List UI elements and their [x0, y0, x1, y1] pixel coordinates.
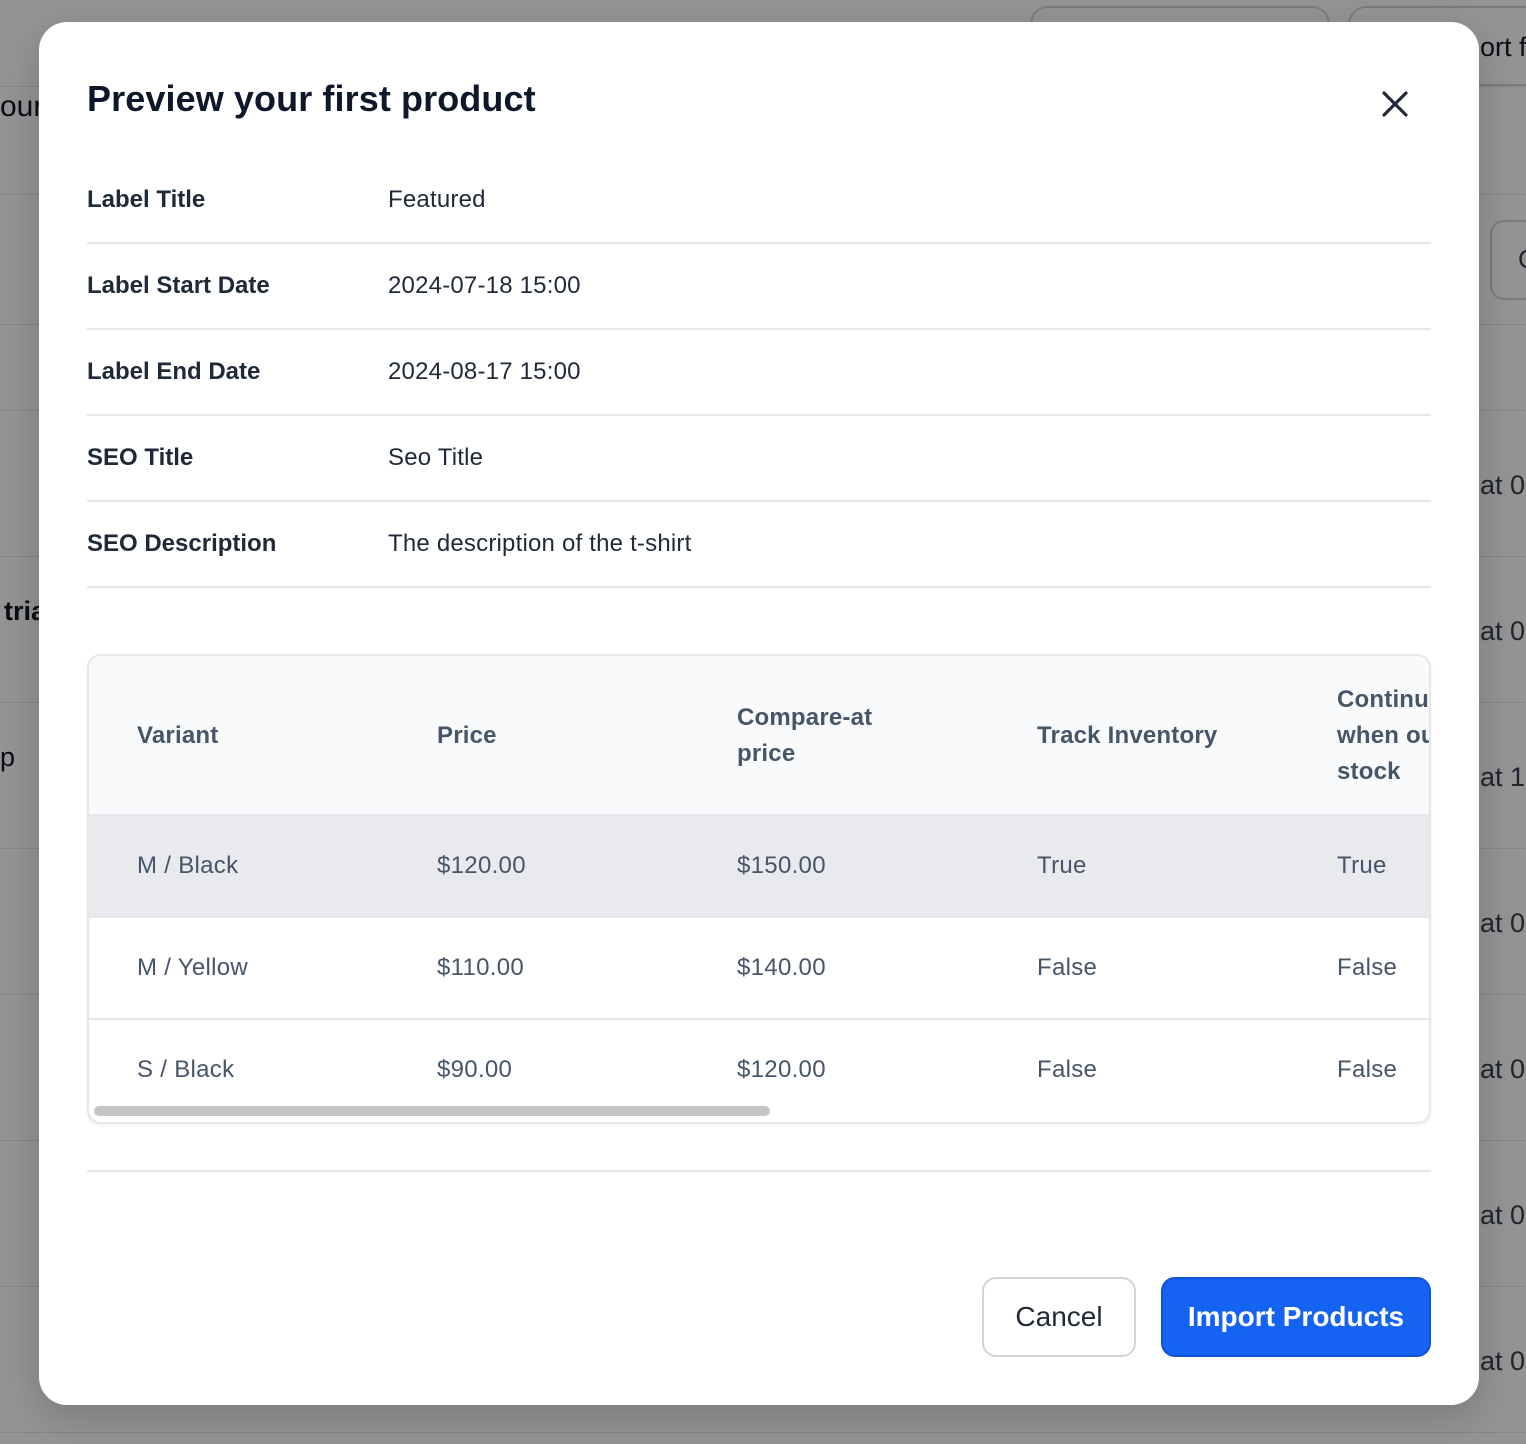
cell-continue-selling: False	[1337, 954, 1398, 981]
detail-value: 2024-08-17 15:00	[388, 358, 581, 385]
column-header-compare-at-price: Compare-at price	[737, 704, 873, 767]
cell-price: $110.00	[437, 954, 525, 981]
detail-label: SEO Title	[87, 444, 194, 471]
horizontal-scrollbar[interactable]	[89, 1100, 1429, 1122]
close-button[interactable]	[1375, 84, 1415, 124]
detail-row-seo-title: SEO Title Seo Title	[87, 416, 1431, 502]
scrollbar-thumb[interactable]	[94, 1106, 770, 1116]
cell-compare-at-price: $140.00	[737, 954, 826, 981]
detail-label: SEO Description	[87, 530, 277, 557]
table-header: Variant Price Compare-at price Track Inve…	[89, 656, 1430, 816]
variants-table[interactable]: Variant Price Compare-at price Track Inve…	[87, 654, 1431, 1124]
table-row[interactable]: M / Yellow $110.00 $140.00 False False	[89, 918, 1429, 1020]
detail-value: 2024-07-18 15:00	[388, 272, 581, 299]
product-details-list: Label Title Featured Label Start Date 20…	[87, 158, 1431, 588]
cell-continue-selling: True	[1337, 852, 1387, 879]
detail-label: Label End Date	[87, 358, 261, 385]
detail-label: Label Start Date	[87, 272, 270, 299]
detail-value: The description of the t-shirt	[388, 530, 692, 557]
detail-label: Label Title	[87, 186, 206, 213]
cancel-button[interactable]: Cancel	[982, 1277, 1136, 1357]
cell-compare-at-price: $150.00	[737, 852, 826, 879]
cell-variant: M / Yellow	[137, 954, 249, 981]
footer-divider	[87, 1170, 1431, 1172]
column-header-track-inventory: Track Inventory	[1037, 722, 1218, 749]
column-header-variant: Variant	[137, 722, 219, 749]
cell-price: $120.00	[437, 852, 526, 879]
detail-row-label-start-date: Label Start Date 2024-07-18 15:00	[87, 244, 1431, 330]
preview-modal: Preview your first product Label Title F…	[39, 22, 1479, 1405]
detail-row-seo-description: SEO Description The description of the t…	[87, 502, 1431, 588]
table-row[interactable]: M / Black $120.00 $150.00 True True	[89, 816, 1429, 918]
import-products-button[interactable]: Import Products	[1161, 1277, 1431, 1357]
close-icon	[1382, 91, 1408, 117]
detail-row-label-end-date: Label End Date 2024-08-17 15:00	[87, 330, 1431, 416]
detail-value: Featured	[388, 186, 486, 213]
column-header-price: Price	[437, 722, 497, 749]
detail-value: Seo Title	[388, 444, 484, 471]
detail-row-label-title: Label Title Featured	[87, 158, 1431, 244]
cell-track-inventory: False	[1037, 954, 1098, 981]
column-header-continue-selling: Continuewhen outstock	[1337, 686, 1430, 785]
modal-title: Preview your first product	[87, 78, 536, 119]
cell-track-inventory: True	[1037, 852, 1087, 879]
cell-variant: M / Black	[137, 852, 239, 879]
